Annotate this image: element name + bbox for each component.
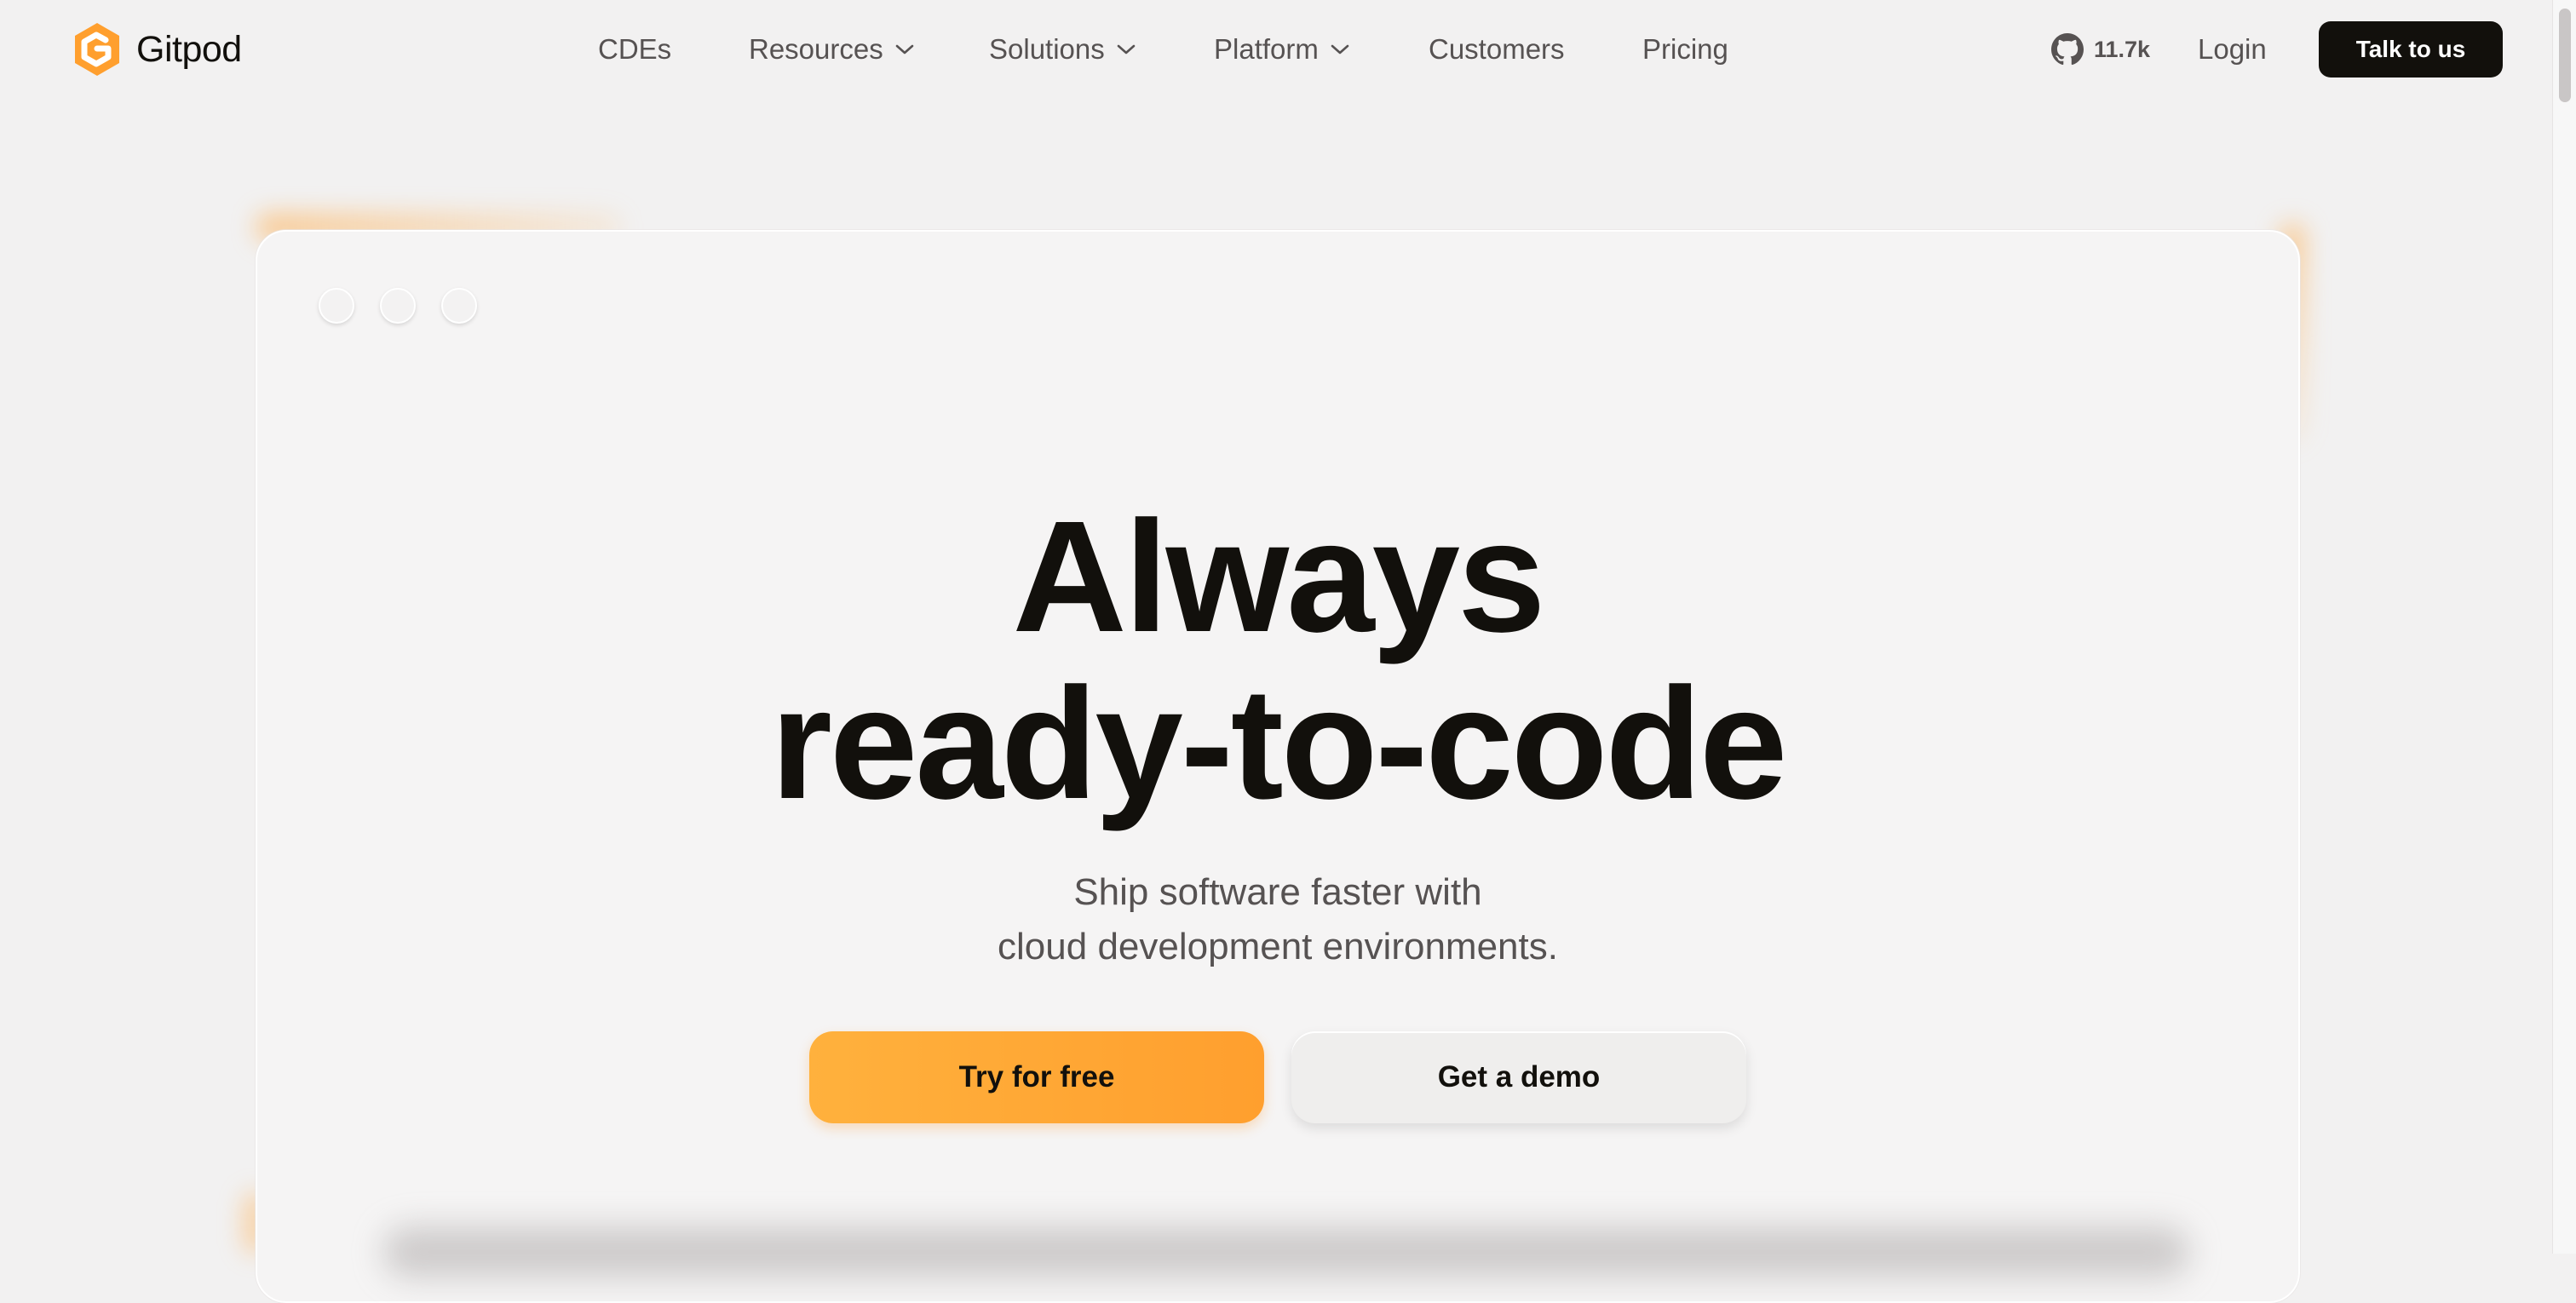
scrollbar-thumb[interactable]	[2559, 9, 2571, 102]
page-scrollbar[interactable]	[2552, 0, 2576, 1254]
hero-title-line: Always	[1012, 489, 1545, 665]
talk-to-us-button[interactable]: Talk to us	[2319, 21, 2503, 77]
nav-item-label: Resources	[749, 33, 883, 65]
gitpod-logo-link[interactable]: Gitpod	[72, 20, 242, 78]
gitpod-logo-icon	[75, 23, 119, 76]
nav-item-label: Platform	[1214, 33, 1319, 65]
login-link[interactable]: Login	[2198, 22, 2267, 77]
brand-name: Gitpod	[136, 28, 242, 70]
nav-item-solutions[interactable]: Solutions	[989, 22, 1136, 77]
chevron-down-icon	[1117, 44, 1136, 55]
window-dot	[380, 288, 416, 324]
product-preview-edge	[383, 1226, 2189, 1277]
hero-title-line: ready-to-code	[770, 656, 1788, 832]
nav-item-cdes[interactable]: CDEs	[598, 22, 671, 77]
nav-item-label: Pricing	[1642, 33, 1728, 65]
chevron-down-icon	[1331, 44, 1349, 55]
window-controls	[319, 288, 477, 324]
github-star-count: 11.7k	[2094, 36, 2151, 62]
window-dot	[319, 288, 354, 324]
try-for-free-button[interactable]: Try for free	[809, 1031, 1264, 1123]
nav-item-customers[interactable]: Customers	[1429, 22, 1565, 77]
hero-title: Always ready-to-code	[0, 494, 2556, 828]
hero-subtitle-line: cloud development environments.	[998, 926, 1558, 967]
site-header: Gitpod CDEs Resources Solutions Platform…	[0, 0, 2552, 99]
get-a-demo-button[interactable]: Get a demo	[1291, 1031, 1746, 1123]
chevron-down-icon	[895, 44, 914, 55]
github-icon	[2051, 33, 2084, 66]
nav-item-label: Solutions	[989, 33, 1105, 65]
hero-subtitle-line: Ship software faster with	[1073, 871, 1482, 913]
nav-item-resources[interactable]: Resources	[749, 22, 914, 77]
nav-item-pricing[interactable]: Pricing	[1642, 22, 1728, 77]
nav-item-label: CDEs	[598, 33, 672, 65]
nav-item-platform[interactable]: Platform	[1214, 22, 1349, 77]
github-stars-link[interactable]: 11.7k	[2051, 32, 2150, 66]
window-dot	[441, 288, 477, 324]
nav-item-label: Customers	[1429, 33, 1565, 65]
hero-subtitle: Ship software faster with cloud developm…	[0, 865, 2556, 974]
